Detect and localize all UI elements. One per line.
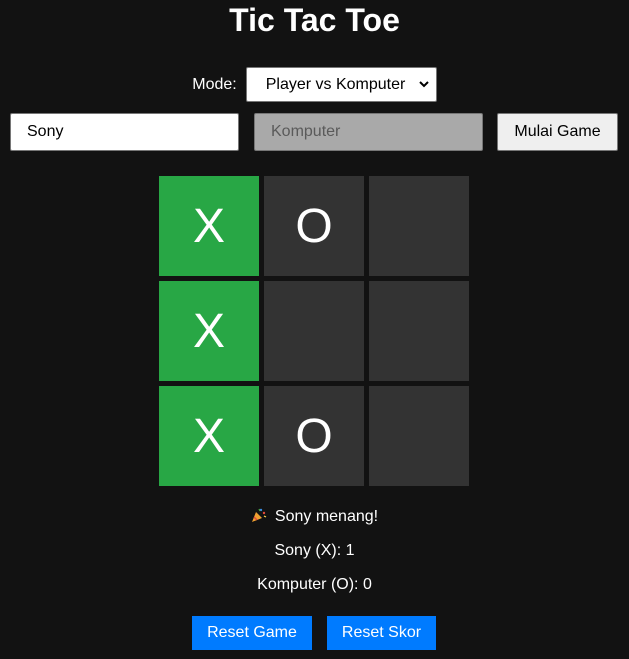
mode-select-value: Player vs Komputer [265,75,406,93]
board-cell[interactable]: O [264,176,364,276]
reset-score-button[interactable]: Reset Skor [327,616,436,650]
game-board: X O X X O [159,176,469,486]
board-cell[interactable]: X [159,176,259,276]
mode-row: Mode: Player vs Komputer [0,67,629,102]
board-cell[interactable] [369,176,469,276]
board-cell[interactable]: X [159,281,259,381]
board-cell[interactable] [369,281,469,381]
reset-game-button[interactable]: Reset Game [192,616,312,650]
game-status: Sony menang! [0,507,629,527]
board-cell[interactable] [264,281,364,381]
start-game-button[interactable]: Mulai Game [497,113,618,151]
player1-name-value: Sony [27,123,64,140]
player2-name-value: Komputer [271,123,341,140]
page-title: Tic Tac Toe [229,2,400,38]
mode-select[interactable]: Player vs Komputer [245,67,437,102]
player2-name-input: Komputer [254,113,483,151]
player1-name-input[interactable]: Sony [10,113,239,151]
board-cell[interactable] [369,386,469,486]
board-cell[interactable]: O [264,386,364,486]
mode-label: Mode: [192,75,237,93]
status-text: Sony menang! [274,508,379,525]
chevron-down-icon [419,81,429,88]
score-player1: Sony (X): 1 [274,542,355,559]
score-player2: Komputer (O): 0 [257,576,372,593]
party-popper-icon [251,508,267,522]
board-cell[interactable]: X [159,386,259,486]
